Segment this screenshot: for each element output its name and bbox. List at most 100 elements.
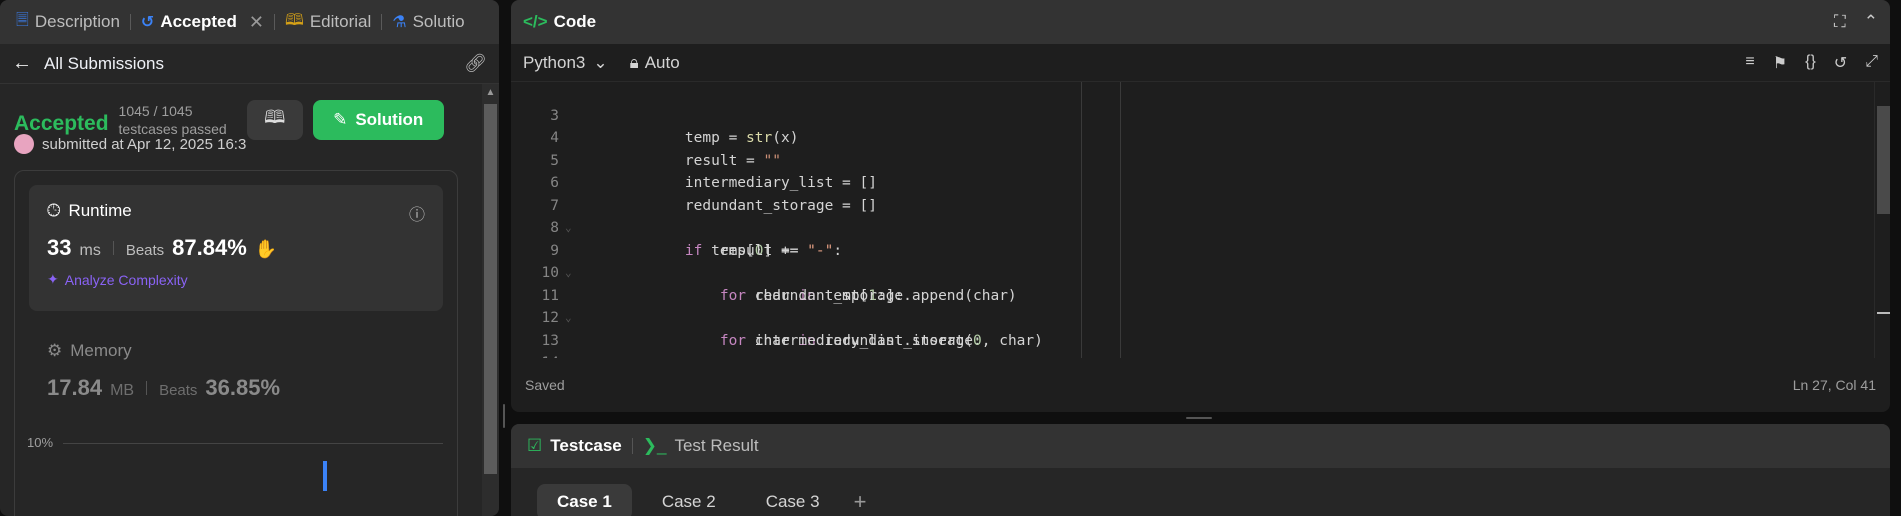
graph-bar[interactable] bbox=[323, 461, 327, 491]
format-icon[interactable]: ≡ bbox=[1745, 53, 1754, 73]
code-icon: </> bbox=[523, 12, 548, 31]
cursor-position: Ln 27, Col 41 bbox=[1792, 377, 1876, 393]
tab-divider bbox=[631, 438, 633, 454]
avatar[interactable] bbox=[14, 134, 34, 154]
analyze-complexity-label: Analyze Complexity bbox=[64, 271, 188, 288]
solution-button[interactable]: ✎ Solution bbox=[312, 100, 444, 140]
code-line: 13 ⌄ for char in intermediary_list: bbox=[511, 307, 1890, 359]
code-line: 10 redundant_storage.append(char) bbox=[511, 240, 1890, 304]
memory-value: 17.84 bbox=[47, 375, 103, 400]
lock-icon: 🔒︎ bbox=[629, 52, 639, 72]
submission-header: ← All Submissions 🔗︎ bbox=[0, 44, 499, 84]
tab-editorial[interactable]: 🕮 Editorial bbox=[279, 0, 377, 44]
memory-beats-value: 36.85% bbox=[205, 375, 281, 400]
link-icon[interactable]: 🔗︎ bbox=[464, 53, 487, 74]
all-submissions-link[interactable]: All Submissions bbox=[44, 54, 164, 74]
submission-detail: Accepted 1045 / 1045 testcases passed 🕮︎… bbox=[0, 84, 481, 516]
back-arrow-icon[interactable]: ← bbox=[12, 52, 32, 75]
solution-button-label: Solution bbox=[355, 110, 424, 129]
close-icon[interactable]: ✕ bbox=[249, 12, 264, 33]
tab-testcase-label: Testcase bbox=[550, 436, 622, 455]
info-icon[interactable]: ⓘ bbox=[409, 201, 425, 225]
book-icon: 🕮 bbox=[284, 11, 304, 29]
runtime-title: 🕒︎ Runtime bbox=[47, 201, 425, 221]
testcases-summary: 1045 / 1045 testcases passed bbox=[119, 102, 227, 138]
memory-title-label: Memory bbox=[70, 341, 132, 360]
auto-label: Auto bbox=[644, 52, 680, 72]
collapse-icon[interactable]: ⌃ bbox=[1864, 12, 1878, 32]
terminal-icon: ❯_ bbox=[642, 436, 667, 455]
horizontal-resize-handle[interactable] bbox=[1186, 417, 1212, 419]
memory-section[interactable]: ⚙ Memory 17.84 MB Beats 36.85% bbox=[29, 311, 443, 401]
tab-divider bbox=[273, 14, 275, 30]
code-editor[interactable]: 3 temp = str(x) 4 result = "" 5 intermed… bbox=[511, 82, 1890, 359]
scroll-up-icon[interactable]: ▲ bbox=[482, 84, 499, 102]
code-line: 7 ⌄ if temp[0] == "-": bbox=[511, 172, 1890, 259]
graph-percent-label: 10% bbox=[27, 435, 54, 450]
reset-icon[interactable]: ↺ bbox=[1834, 53, 1847, 73]
scrollbar-thumb[interactable] bbox=[484, 104, 497, 474]
code-line: 11 ⌄ for char in redundant_storage: bbox=[511, 262, 1890, 349]
editor-scrollbar[interactable] bbox=[1874, 82, 1890, 358]
expand-icon[interactable]: ⤢ bbox=[1865, 53, 1878, 73]
case-tabs: Case 1 Case 2 Case 3 + bbox=[511, 468, 1890, 516]
language-select[interactable]: Python3 ⌄ bbox=[523, 53, 608, 73]
case-tab-2[interactable]: Case 2 bbox=[642, 484, 736, 516]
code-line: 4 result = "" bbox=[511, 105, 1890, 169]
code-title-label: Code bbox=[553, 12, 597, 31]
result-row: Accepted 1045 / 1045 testcases passed 🕮︎… bbox=[14, 100, 481, 140]
code-header-actions: ⛶ ⌃ bbox=[1834, 12, 1878, 32]
tab-description[interactable]: 🗏 Description bbox=[10, 0, 126, 44]
memory-title: ⚙ Memory bbox=[47, 341, 425, 361]
editor-scrollbar-thumb[interactable] bbox=[1877, 106, 1890, 214]
left-panel: 🗏 Description ↺ Accepted ✕ 🕮 Editorial ⚗… bbox=[0, 0, 499, 516]
document-icon: 🗏 bbox=[16, 11, 29, 29]
bookmark-icon[interactable]: ⚑ bbox=[1773, 53, 1787, 73]
clap-icon: ✋ bbox=[254, 239, 278, 259]
tab-accepted[interactable]: ↺ Accepted ✕ bbox=[135, 0, 270, 44]
editor-toolbar: Python3 ⌄ 🔒︎ Auto ≡ ⚑ {} ↺ ⤢ bbox=[511, 44, 1890, 82]
case-tab-3[interactable]: Case 3 bbox=[746, 484, 840, 516]
runtime-unit: ms bbox=[79, 242, 101, 259]
tab-description-label: Description bbox=[34, 12, 120, 31]
tab-testcase[interactable]: ☑ Testcase bbox=[527, 436, 622, 456]
tab-divider bbox=[129, 14, 131, 30]
chevron-down-icon: ⌄ bbox=[593, 52, 608, 72]
open-book-icon: 🕮︎ bbox=[264, 107, 286, 127]
code-line: 12 intermediary_list.insert(0, char) bbox=[511, 285, 1890, 349]
graph-gridline bbox=[63, 443, 443, 444]
status-accepted: Accepted bbox=[14, 112, 109, 135]
editor-tools: ≡ ⚑ {} ↺ ⤢ bbox=[1745, 53, 1878, 73]
runtime-card[interactable]: 🕒︎ Runtime ⓘ 33 ms Beats 87.84% ✋ ✦ Anal… bbox=[29, 185, 443, 311]
saved-status: Saved bbox=[525, 377, 565, 393]
auto-mode[interactable]: 🔒︎ Auto bbox=[630, 53, 680, 73]
braces-icon[interactable]: {} bbox=[1805, 53, 1816, 73]
left-scrollbar[interactable]: ▲ bbox=[482, 84, 499, 516]
runtime-beats-value: 87.84% bbox=[172, 235, 247, 260]
maximize-icon[interactable]: ⛶ bbox=[1834, 12, 1846, 32]
leetcode-workspace: 🗏 Description ↺ Accepted ✕ 🕮 Editorial ⚗… bbox=[0, 0, 1901, 516]
code-line: 9 ⌄ for char in temp[1:]: bbox=[511, 217, 1890, 304]
sparkle-icon: ✦ bbox=[47, 271, 59, 287]
editorial-button[interactable]: 🕮︎ bbox=[246, 100, 303, 140]
flask-icon: ⚗ bbox=[392, 14, 407, 31]
memory-unit: MB bbox=[110, 382, 135, 399]
runtime-value: 33 bbox=[47, 235, 72, 260]
tab-test-result-label: Test Result bbox=[674, 436, 759, 455]
editor-footer: Saved Ln 27, Col 41 bbox=[511, 358, 1890, 412]
analyze-complexity-link[interactable]: ✦ Analyze Complexity bbox=[47, 271, 425, 288]
runtime-title-label: Runtime bbox=[68, 201, 132, 220]
testcase-header: ☑ Testcase ❯_ Test Result bbox=[511, 424, 1890, 468]
code-line: 3 temp = str(x) bbox=[511, 82, 1890, 147]
tab-solutions-label: Solutio bbox=[412, 12, 465, 31]
memory-beats-label: Beats bbox=[159, 382, 198, 399]
case-tab-1[interactable]: Case 1 bbox=[537, 484, 632, 516]
tab-test-result[interactable]: ❯_ Test Result bbox=[643, 436, 759, 456]
add-case-button[interactable]: + bbox=[854, 489, 867, 515]
memory-values: 17.84 MB Beats 36.85% bbox=[47, 375, 425, 401]
vertical-resize-handle[interactable] bbox=[503, 404, 505, 428]
runtime-values: 33 ms Beats 87.84% ✋ bbox=[47, 235, 425, 261]
tab-solutions[interactable]: ⚗ Solutio bbox=[386, 0, 470, 44]
testcases-count: 1045 / 1045 bbox=[118, 103, 193, 119]
checkbox-icon: ☑ bbox=[527, 436, 543, 455]
